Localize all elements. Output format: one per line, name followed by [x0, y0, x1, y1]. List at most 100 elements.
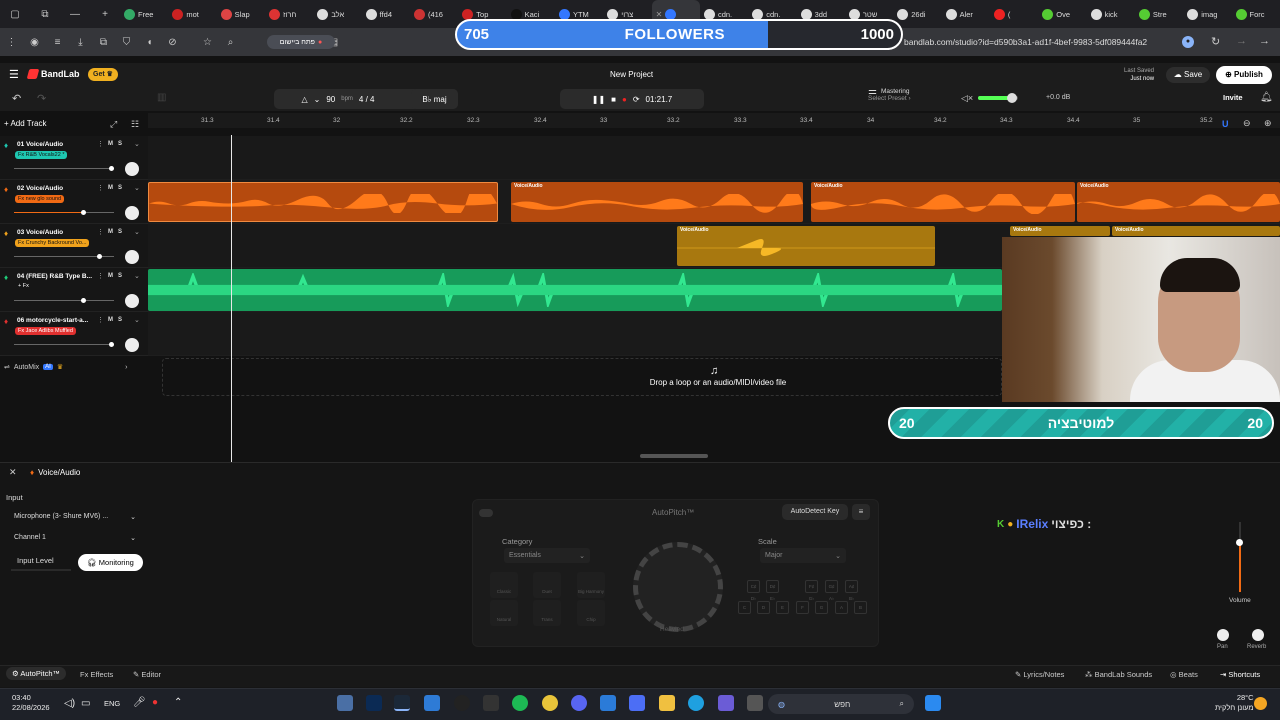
monitoring-toggle[interactable]: 🎧︎ Monitoring	[78, 554, 143, 571]
forward-arrow-icon[interactable]: →	[1236, 35, 1247, 47]
more-dots-icon[interactable]: ⋮	[97, 184, 104, 192]
browser-tab[interactable]: (416	[410, 0, 458, 28]
speaker-icon[interactable]: ◁)	[64, 698, 75, 709]
mute-button[interactable]: M	[108, 229, 113, 235]
lens-search-icon[interactable]: ⌕	[219, 37, 242, 48]
track-fx-badge[interactable]: Fx Jace Adlibs Muffled	[15, 327, 76, 335]
browser-tab[interactable]: Slap	[217, 0, 265, 28]
record-icon[interactable]: ●	[622, 95, 627, 104]
horizontal-scrollbar[interactable]	[640, 454, 708, 458]
profile-icon[interactable]: ◉	[23, 37, 46, 48]
track-header[interactable]: ♦ 01 Voice/Audio Fx R&B Vocals22 * M S ⋮…	[0, 136, 148, 180]
file-explorer-icon[interactable]	[659, 695, 675, 711]
track-pan-knob[interactable]	[125, 162, 139, 176]
close-panel-icon[interactable]: ✕	[9, 467, 17, 478]
mute-button[interactable]: M	[108, 273, 113, 279]
language-indicator[interactable]: ENG	[104, 699, 120, 708]
audio-clip[interactable]	[148, 182, 498, 222]
key-button[interactable]: B	[854, 601, 867, 614]
preset-big-harmony[interactable]: Big Harmony	[577, 572, 605, 598]
volume-handle[interactable]	[1236, 539, 1243, 546]
app-icon[interactable]	[718, 695, 734, 711]
playlist-icon[interactable]: ≡	[46, 37, 69, 48]
preset-duet[interactable]: Duet	[533, 572, 561, 598]
browser-tab[interactable]: (	[990, 0, 1038, 28]
more-dots-icon[interactable]: ⋮	[97, 228, 104, 236]
track-fx-badge[interactable]: Fx new glo sound	[15, 195, 65, 203]
audio-clip[interactable]: Voice/Audio	[811, 182, 1075, 222]
tab-search-icon[interactable]: ⧉	[30, 9, 60, 20]
tool-icon[interactable]: ⤢	[110, 119, 117, 130]
project-title[interactable]: New Project	[610, 70, 653, 79]
save-button[interactable]: ☁ Save	[1166, 67, 1210, 83]
settings-sliders-icon[interactable]: ≡	[852, 504, 870, 520]
more-dots-icon[interactable]: ⋮	[97, 316, 104, 324]
blocker-icon[interactable]: ⊘	[161, 37, 184, 48]
new-tab-icon[interactable]: +	[90, 9, 120, 20]
autopitch-amount-knob[interactable]	[633, 542, 723, 632]
browser-tab[interactable]: Ove	[1038, 0, 1086, 28]
key-selector[interactable]: B♭ maj	[411, 89, 458, 109]
hamburger-menu-icon[interactable]: ☰	[9, 68, 19, 81]
track-volume-slider[interactable]	[14, 210, 114, 215]
browser-tab[interactable]: 26di	[893, 0, 941, 28]
mic-icon[interactable]: ●	[1182, 36, 1194, 48]
spotify-icon[interactable]	[512, 695, 528, 711]
browser-tab[interactable]: חרוז	[265, 0, 313, 28]
tab-effects[interactable]: Fx Effects	[80, 670, 113, 679]
browser-tab[interactable]: Forc	[1232, 0, 1280, 28]
edge-icon[interactable]	[688, 695, 704, 711]
tab-shortcuts[interactable]: ⇥ Shortcuts	[1220, 670, 1260, 679]
scale-select[interactable]: Major ⌄	[760, 548, 846, 563]
key-button[interactable]: C	[738, 601, 751, 614]
epic-games-icon[interactable]	[483, 695, 499, 711]
bookmark-star-icon[interactable]: ☆	[196, 37, 219, 48]
track-settings-icon[interactable]: ☷	[131, 119, 139, 130]
track-lane[interactable]	[148, 136, 1280, 180]
browser-tab[interactable]: ffd4	[362, 0, 410, 28]
browser-tab[interactable]: Aler	[942, 0, 990, 28]
audio-clip[interactable]	[148, 269, 1002, 311]
download-icon[interactable]: ⤓	[69, 37, 92, 48]
track-pan-knob[interactable]	[125, 338, 139, 352]
browser-tab[interactable]: אלב	[313, 0, 361, 28]
windows-start-icon[interactable]	[925, 695, 941, 711]
preset-classic[interactable]: Classic	[490, 572, 518, 598]
track-header[interactable]: ♦ 03 Voice/Audio Fx Crunchy Backround Vo…	[0, 224, 148, 268]
speaker-mute-icon[interactable]: ◁×	[961, 93, 973, 104]
mute-button[interactable]: M	[108, 317, 113, 323]
track-pan-knob[interactable]	[125, 294, 139, 308]
browser-tab[interactable]: mot	[168, 0, 216, 28]
key-button[interactable]: F♯ G♭	[805, 580, 818, 601]
tab-lyrics-notes[interactable]: ✎ Lyrics/Notes	[1015, 670, 1064, 679]
preset-natural[interactable]: Natural	[490, 600, 518, 626]
track-volume-slider[interactable]	[14, 342, 114, 347]
solo-button[interactable]: S	[118, 317, 122, 323]
tab-editor[interactable]: ✎ Editor	[133, 670, 161, 679]
window-icon[interactable]	[747, 695, 763, 711]
key-button[interactable]: G	[815, 601, 828, 614]
chevron-right-icon[interactable]: ›	[125, 364, 127, 371]
pause-icon[interactable]: ❚❚	[592, 95, 605, 104]
track-header[interactable]: ♦ 04 (FREE) R&B Type B... + Fx M S ⋮ ⌄	[0, 268, 148, 312]
store-icon[interactable]	[629, 695, 645, 711]
discord-icon[interactable]	[571, 695, 587, 711]
chrome-icon[interactable]	[542, 695, 558, 711]
track-pan-knob[interactable]	[125, 206, 139, 220]
key-button[interactable]: F	[796, 601, 809, 614]
audio-clip[interactable]: Voice/Audio	[511, 182, 803, 222]
chevron-down-icon[interactable]: ⌄	[134, 140, 140, 148]
track-fx-badge[interactable]: Fx R&B Vocals22 *	[15, 151, 68, 159]
chevron-down-icon[interactable]: ⌄	[134, 272, 140, 280]
playhead[interactable]	[231, 135, 232, 462]
photoshop-icon[interactable]	[366, 695, 382, 711]
url-field[interactable]: bandlab.com/studio?id=d590b3a1-ad1f-4bef…	[904, 37, 1147, 47]
zoom-out-icon[interactable]: ⊖	[1243, 118, 1251, 129]
window-menu-icon[interactable]: ▢	[0, 9, 30, 20]
notification-bell-icon[interactable]: 🔔︎	[1260, 92, 1273, 103]
pan-knob[interactable]	[1217, 629, 1229, 641]
steam-icon[interactable]	[394, 695, 410, 711]
open-in-app-button[interactable]: פתח ביישום ●	[267, 35, 335, 49]
input-device-select[interactable]: Microphone (3- Shure MV6) ... ⌄	[9, 509, 141, 524]
mail-icon[interactable]	[600, 695, 616, 711]
